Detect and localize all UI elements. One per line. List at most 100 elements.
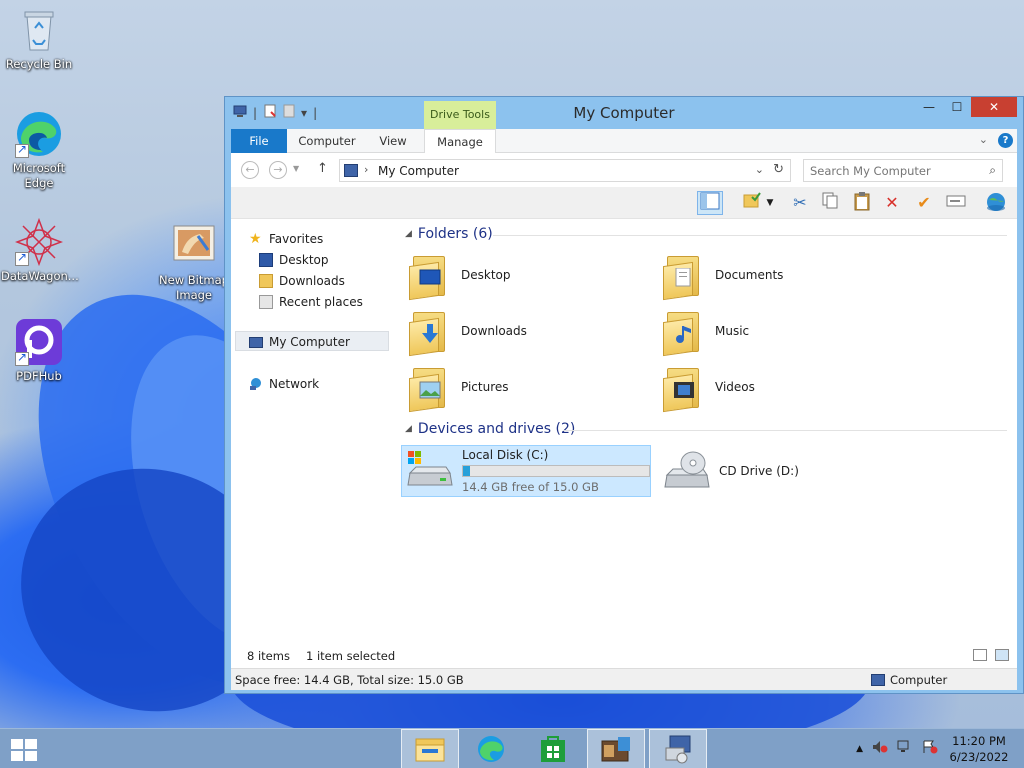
drive-name: CD Drive (D:) (719, 464, 799, 478)
close-button[interactable]: ✕ (971, 97, 1017, 117)
taskbar-file-explorer[interactable] (401, 729, 459, 768)
nav-item-label: Favorites (269, 232, 324, 246)
search-box[interactable]: ⌕ (803, 159, 1003, 182)
show-hidden-icons-chevron-up-icon[interactable]: ▲ (856, 744, 863, 754)
folder-item-documents[interactable]: Documents (663, 249, 883, 301)
folder-options-icon[interactable] (739, 191, 765, 215)
nav-item-desktop[interactable]: Desktop (259, 250, 329, 270)
tab-computer[interactable]: Computer (291, 129, 363, 153)
back-button[interactable]: ← (241, 161, 259, 179)
nav-item-favorites[interactable]: ★ Favorites (249, 229, 323, 249)
details-view-icon[interactable] (973, 649, 987, 661)
nav-item-label: Network (269, 377, 320, 391)
desktop-icon (259, 253, 273, 267)
bitmap-image-icon (170, 222, 218, 270)
hard-drive-icon (406, 451, 454, 491)
nav-item-recent-places[interactable]: Recent places (259, 292, 363, 312)
tab-view[interactable]: View (367, 129, 419, 153)
start-button[interactable] (10, 738, 38, 762)
desktop-icon-pdfhub[interactable]: PDFHub (1, 318, 77, 384)
maximize-button[interactable]: ☐ (943, 97, 971, 117)
videos-folder-icon (663, 364, 705, 413)
search-input[interactable] (804, 160, 974, 181)
drive-item-cd-drive-d[interactable]: CD Drive (D:) (659, 445, 859, 497)
network-status-icon[interactable] (897, 740, 913, 757)
preview-pane-icon[interactable] (697, 191, 723, 215)
large-icons-view-icon[interactable] (995, 649, 1009, 661)
nav-item-label: Desktop (279, 253, 329, 267)
edge-icon (478, 736, 504, 762)
nav-item-network[interactable]: Network (249, 374, 319, 394)
app-window-icon (601, 737, 630, 762)
breadcrumb-my-computer[interactable]: My Computer (378, 164, 459, 178)
group-title: Devices and drives (2) (417, 421, 576, 437)
search-icon[interactable]: ⌕ (989, 163, 996, 178)
location-label: Computer (890, 673, 948, 687)
folder-name: Pictures (461, 380, 509, 394)
group-header-devices[interactable]: ◢ Devices and drives (2) (405, 421, 1007, 437)
item-count: 8 items (247, 649, 290, 663)
address-bar-row: ← → ▼ ↑ › My Computer ⌄ ↻ ⌕ (231, 153, 1017, 187)
action-center-flag-icon[interactable] (922, 740, 938, 757)
desktop-icon-label: Microsoft Edge (12, 161, 66, 190)
taskbar-edge[interactable] (462, 729, 520, 768)
delete-icon[interactable]: ✕ (879, 191, 905, 215)
items-view: ◢ Folders (6) Desktop Documents Download… (397, 219, 1017, 644)
drive-item-local-disk-c[interactable]: Local Disk (C:) 14.4 GB free of 15.0 GB (401, 445, 651, 497)
minimize-button[interactable]: — (915, 97, 943, 117)
up-button[interactable]: ↑ (317, 161, 328, 176)
window-controls: — ☐ ✕ (915, 97, 1017, 117)
network-globe-icon[interactable] (983, 191, 1009, 215)
nav-item-label: My Computer (269, 335, 350, 349)
cut-icon[interactable]: ✂ (787, 191, 813, 215)
desktop-icon-datawagon[interactable]: DataWagon... (1, 217, 79, 284)
taskbar-store[interactable] (524, 729, 582, 768)
breadcrumb-separator: › (364, 163, 369, 176)
refresh-icon[interactable]: ↻ (773, 162, 784, 177)
address-dropdown-chevron-down-icon[interactable]: ⌄ (755, 163, 764, 176)
computer-icon (344, 164, 358, 177)
title-bar[interactable]: | ▾ | Drive Tools My Computer — ☐ ✕ (225, 97, 1023, 129)
command-toolbar: ▼ ✂ ✕ ✔ (231, 187, 1017, 219)
tab-manage[interactable]: Manage (424, 129, 496, 154)
check-icon[interactable]: ✔ (911, 191, 937, 215)
desktop-icon-new-bitmap[interactable]: New Bitmap Image (156, 222, 232, 303)
forward-button[interactable]: → (269, 161, 287, 179)
paste-icon[interactable] (849, 191, 875, 215)
folder-name: Videos (715, 380, 755, 394)
explorer-window[interactable]: | ▾ | Drive Tools My Computer — ☐ ✕ File… (224, 96, 1024, 694)
desktop-icon-recycle-bin[interactable]: Recycle Bin (1, 6, 77, 72)
recent-locations-chevron-down-icon[interactable]: ▼ (293, 164, 299, 173)
clock-time: 11:20 PM (952, 734, 1006, 748)
drive-name: Local Disk (C:) (462, 448, 549, 462)
taskbar-my-computer[interactable] (649, 729, 707, 768)
desktop-icon-microsoft-edge[interactable]: Microsoft Edge (1, 110, 77, 191)
nav-item-downloads[interactable]: Downloads (259, 271, 345, 291)
nav-item-my-computer[interactable]: My Computer (249, 332, 350, 352)
folder-item-pictures[interactable]: Pictures (409, 361, 629, 413)
expand-ribbon-chevron-down-icon[interactable]: ⌄ (979, 133, 988, 148)
desktop-icon-label: DataWagon... (1, 269, 79, 283)
group-header-folders[interactable]: ◢ Folders (6) (405, 226, 1007, 242)
copy-icon[interactable] (817, 191, 843, 215)
desktop-icon-label: New Bitmap Image (159, 273, 229, 302)
group-divider (563, 430, 1007, 431)
clock[interactable]: 11:20 PM 6/23/2022 (944, 733, 1014, 765)
help-icon[interactable]: ? (998, 133, 1013, 148)
ribbon-tabs: File Computer View Manage ⌄ ? (231, 129, 1017, 154)
folder-item-videos[interactable]: Videos (663, 361, 883, 413)
collapse-chevron-icon: ◢ (405, 424, 412, 434)
space-summary: Space free: 14.4 GB, Total size: 15.0 GB (235, 673, 464, 687)
folder-item-desktop[interactable]: Desktop (409, 249, 629, 301)
computer-icon (665, 735, 691, 764)
address-field[interactable]: › My Computer ⌄ ↻ (339, 159, 791, 182)
taskbar-app-window[interactable] (587, 729, 645, 768)
navigation-pane: ★ Favorites Desktop Downloads Recent pla… (231, 219, 391, 644)
volume-muted-icon[interactable] (872, 740, 888, 757)
folder-item-downloads[interactable]: Downloads (409, 305, 629, 357)
rename-icon[interactable] (943, 191, 969, 215)
folder-options-chevron-down-icon[interactable]: ▼ (763, 191, 777, 215)
nav-item-label: Downloads (279, 274, 345, 288)
folder-item-music[interactable]: Music (663, 305, 883, 357)
tab-file[interactable]: File (231, 129, 287, 153)
